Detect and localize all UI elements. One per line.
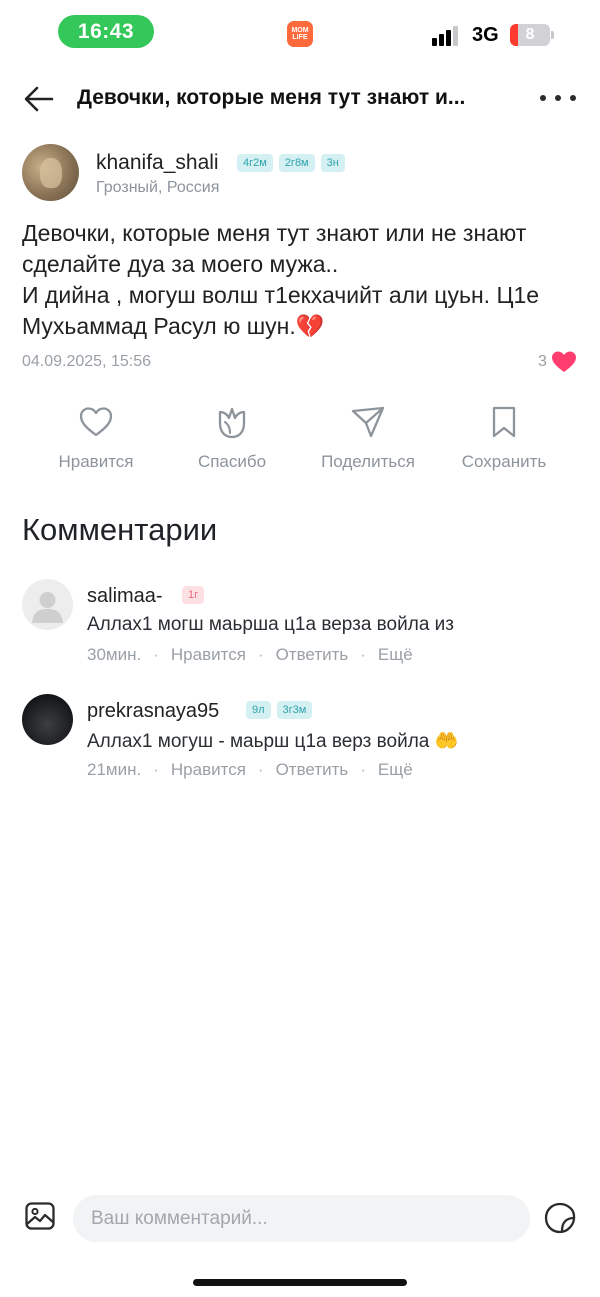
post-actions: Нравится Спасибо Поделиться Сохранить: [28, 402, 578, 482]
status-time: 16:43: [58, 15, 154, 48]
battery-tip: [551, 31, 554, 39]
like-button[interactable]: Нравится: [36, 402, 156, 472]
battery-icon: 8: [510, 24, 550, 46]
post-date: 04.09.2025, 15:56: [22, 353, 152, 370]
comments-heading: Комментарии: [22, 512, 218, 547]
author-location: Грозный, Россия: [96, 179, 220, 196]
post-author[interactable]: khanifa_shali 4г2м 2г8м 3н Грозный, Росс…: [22, 144, 582, 204]
post-text-line: Девочки, которые меня тут знают или не з…: [22, 220, 527, 277]
user-placeholder-icon: [32, 592, 63, 623]
battery-level: 8: [525, 26, 535, 43]
cellular-signal-icon: [432, 26, 464, 46]
sticker-button[interactable]: [543, 1201, 577, 1235]
bookmark-icon: [492, 406, 516, 438]
comment-meta: 30мин. · Нравится · Ответить · Ещё: [87, 645, 413, 665]
share-label: Поделиться: [321, 452, 415, 471]
comment-item: salimaa- 1г Аллах1 могш маьрша ц1а верза…: [22, 579, 582, 679]
comment-badges: 9л 3г3м: [246, 701, 313, 719]
comment-time: 30мин.: [87, 645, 142, 664]
avatar[interactable]: [22, 579, 73, 630]
thanks-button[interactable]: Спасибо: [172, 402, 292, 472]
thanks-label: Спасибо: [197, 452, 267, 471]
comment-item: prekrasnaya95 9л 3г3м Аллах1 могуш - маь…: [22, 694, 582, 794]
child-age-badge: 1г: [182, 586, 205, 604]
home-indicator: [193, 1279, 407, 1286]
comment-reply-button[interactable]: Ответить: [276, 645, 349, 665]
child-age-badge: 3н: [320, 154, 345, 172]
comment-text: Аллах1 могш маьрша ц1а верза войла из: [87, 614, 454, 635]
attach-photo-button[interactable]: [24, 1200, 56, 1232]
save-button[interactable]: Сохранить: [444, 402, 564, 472]
back-button[interactable]: [22, 82, 56, 116]
comment-like-button[interactable]: Нравится: [171, 645, 246, 665]
comment-text: Аллах1 могуш - маьрш ц1а верз войла 🤲: [87, 731, 459, 752]
heart-filled-icon: [551, 351, 576, 372]
child-age-badge: 2г8м: [278, 154, 315, 172]
child-age-badge: 9л: [246, 701, 271, 719]
comment-like-button[interactable]: Нравится: [171, 760, 246, 780]
comment-input[interactable]: [73, 1195, 530, 1242]
share-button[interactable]: Поделиться: [308, 402, 428, 472]
save-label: Сохранить: [461, 452, 547, 471]
comment-input-bar: [0, 1192, 600, 1244]
avatar[interactable]: [22, 694, 73, 745]
author-badges: 4г2м 2г8м 3н: [237, 154, 345, 172]
status-bar: 16:43 MOM LIFE 3G 8: [0, 0, 600, 66]
arrow-left-icon: [24, 86, 54, 112]
likes-count: 3: [538, 353, 547, 370]
header: Девочки, которые меня тут знают и...: [0, 70, 600, 126]
comment-badges: 1г: [182, 586, 205, 604]
comment-reply-button[interactable]: Ответить: [276, 760, 349, 780]
sticker-icon: [544, 1202, 576, 1234]
network-type: 3G: [472, 24, 499, 46]
comment-more-button[interactable]: Ещё: [378, 645, 413, 665]
post-body: Девочки, которые меня тут знают или не з…: [22, 218, 582, 342]
comment-username[interactable]: salimaa-: [87, 585, 163, 608]
comment-username[interactable]: prekrasnaya95: [87, 700, 219, 723]
page-title: Девочки, которые меня тут знают и...: [77, 86, 466, 109]
comment-more-button[interactable]: Ещё: [378, 760, 413, 780]
flower-icon: [218, 407, 246, 439]
like-label: Нравится: [58, 452, 134, 471]
comment-time: 21мин.: [87, 760, 142, 779]
more-horizontal-icon: [540, 95, 546, 101]
post-text-line: И дийна , могуш волш т1екхачийт али цуьн…: [22, 282, 540, 339]
heart-icon: [79, 407, 113, 437]
child-age-badge: 3г3м: [276, 701, 313, 719]
send-icon: [351, 406, 385, 438]
avatar[interactable]: [22, 144, 79, 201]
image-icon: [25, 1202, 55, 1230]
app-logo-icon: MOM LIFE: [287, 21, 313, 47]
more-button[interactable]: [540, 84, 576, 112]
author-username[interactable]: khanifa_shali: [96, 151, 219, 175]
likes-counter[interactable]: 3: [538, 350, 577, 374]
comment-meta: 21мин. · Нравится · Ответить · Ещё: [87, 760, 413, 780]
child-age-badge: 4г2м: [237, 154, 273, 172]
